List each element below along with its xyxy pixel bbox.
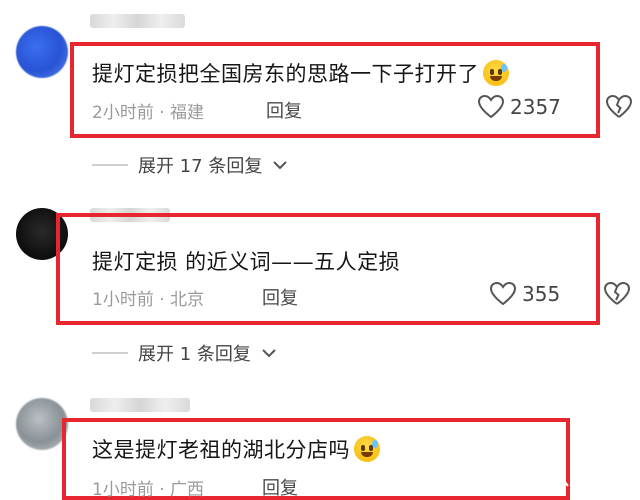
broken-heart-icon: [604, 282, 630, 305]
expand-replies-button[interactable]: 展开 17 条回复: [92, 152, 288, 178]
username-blurred[interactable]: [90, 14, 185, 28]
watermark-logo-icon: [555, 476, 613, 488]
reply-button[interactable]: 回复: [262, 474, 298, 500]
watermark: [554, 474, 614, 494]
like-count: 355: [522, 282, 561, 306]
comment-text-content: 提灯定损把全国房东的思路一下子打开了: [92, 62, 479, 86]
heart-icon: [490, 282, 516, 306]
like-count: 2357: [510, 95, 561, 119]
comment-text: 这是提灯老祖的湖北分店吗: [92, 434, 380, 464]
avatar[interactable]: [16, 398, 68, 450]
divider-line: [92, 164, 128, 166]
expand-replies-label: 展开 17 条回复: [138, 156, 263, 177]
heart-icon: [478, 95, 504, 119]
like-button[interactable]: 2357: [478, 95, 561, 119]
reply-button[interactable]: 回复: [266, 97, 302, 123]
crying-laughing-emoji-icon: [483, 60, 509, 86]
comment-text: 提灯定损把全国房东的思路一下子打开了: [92, 58, 509, 88]
expand-replies-label: 展开 1 条回复: [138, 344, 251, 365]
chevron-down-icon: [273, 161, 288, 170]
dislike-button[interactable]: [606, 95, 632, 119]
username-blurred[interactable]: [90, 398, 190, 412]
comment-meta: 1小时前 · 北京: [92, 290, 205, 310]
dislike-button[interactable]: [604, 282, 630, 306]
divider-line: [92, 352, 128, 354]
expand-replies-button[interactable]: 展开 1 条回复: [92, 340, 277, 366]
grinning-sweat-emoji-icon: [354, 436, 380, 462]
highlight-box: [70, 42, 600, 138]
like-button[interactable]: 355: [490, 282, 560, 306]
reply-button[interactable]: 回复: [262, 284, 298, 310]
chevron-down-icon: [262, 349, 276, 358]
comment-text: 提灯定损 的近义词——五人定损: [92, 250, 401, 274]
broken-heart-icon: [606, 95, 632, 118]
comment-meta: 2小时前 · 福建: [92, 103, 205, 123]
avatar[interactable]: [16, 26, 68, 78]
comment-meta: 1小时前 · 广西: [92, 480, 205, 500]
comment-text-content: 这是提灯老祖的湖北分店吗: [92, 438, 350, 462]
